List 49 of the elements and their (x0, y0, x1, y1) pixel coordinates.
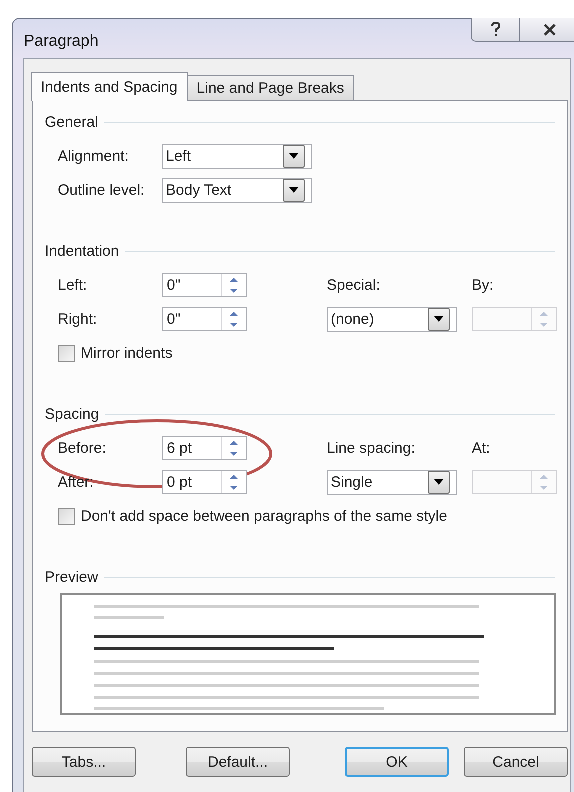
field-label: Right: (58, 310, 98, 328)
down-arrow-icon[interactable] (229, 450, 239, 456)
close-button[interactable] (520, 18, 574, 42)
down-arrow-icon[interactable] (229, 322, 239, 328)
field-label: Special: (327, 276, 380, 294)
spin-field[interactable]: 6 pt (162, 436, 247, 460)
checkbox[interactable] (58, 508, 75, 524)
field-label: Alignment: (58, 148, 129, 164)
help-button[interactable] (471, 18, 520, 42)
field-label: At: (472, 440, 490, 456)
dialog-button[interactable]: OK (345, 747, 449, 777)
section-title: Spacing (45, 406, 100, 422)
up-arrow-icon[interactable] (229, 474, 239, 480)
caret-icon (434, 479, 444, 485)
caret-icon (289, 187, 299, 193)
dialog-button[interactable]: Default... (186, 747, 290, 777)
field-label: Left: (58, 276, 88, 294)
caret-icon (434, 316, 444, 322)
dropdown[interactable]: Single (327, 470, 457, 494)
spin-field[interactable]: 0" (162, 307, 247, 331)
close-icon (542, 24, 556, 36)
tab[interactable]: Indents and Spacing (31, 72, 188, 101)
dialog-button[interactable]: Tabs... (32, 747, 136, 777)
dropdown[interactable]: Left (162, 144, 312, 168)
down-arrow-icon[interactable] (229, 288, 239, 294)
up-arrow-icon[interactable] (229, 276, 239, 282)
checkbox-label: Mirror indents (81, 344, 173, 362)
field-label: Line spacing: (327, 440, 416, 456)
spin-field[interactable]: 0 pt (162, 470, 247, 494)
field-label: After: (58, 474, 94, 490)
section-title: Indentation (45, 242, 120, 260)
checkbox[interactable] (58, 344, 75, 362)
field-label: By: (472, 276, 494, 294)
window-title: Paragraph (23, 32, 99, 51)
spin-field[interactable]: 0" (162, 273, 247, 297)
section-title: General (45, 114, 98, 130)
up-arrow-icon[interactable] (229, 440, 239, 446)
dialog-button[interactable]: Cancel (464, 747, 568, 777)
dropdown[interactable]: Body Text (162, 178, 312, 202)
help-icon (490, 22, 500, 37)
tab[interactable]: Line and Page Breaks (186, 75, 354, 100)
section-title: Preview (45, 568, 98, 586)
checkbox-label: Don't add space between paragraphs of the same style (81, 508, 448, 524)
down-arrow-icon[interactable] (229, 484, 239, 490)
dropdown[interactable]: (none) (327, 306, 457, 332)
caret-icon (289, 153, 299, 159)
field-label: Outline level: (58, 182, 145, 198)
field-label: Before: (58, 440, 106, 456)
up-arrow-icon[interactable] (229, 310, 239, 316)
